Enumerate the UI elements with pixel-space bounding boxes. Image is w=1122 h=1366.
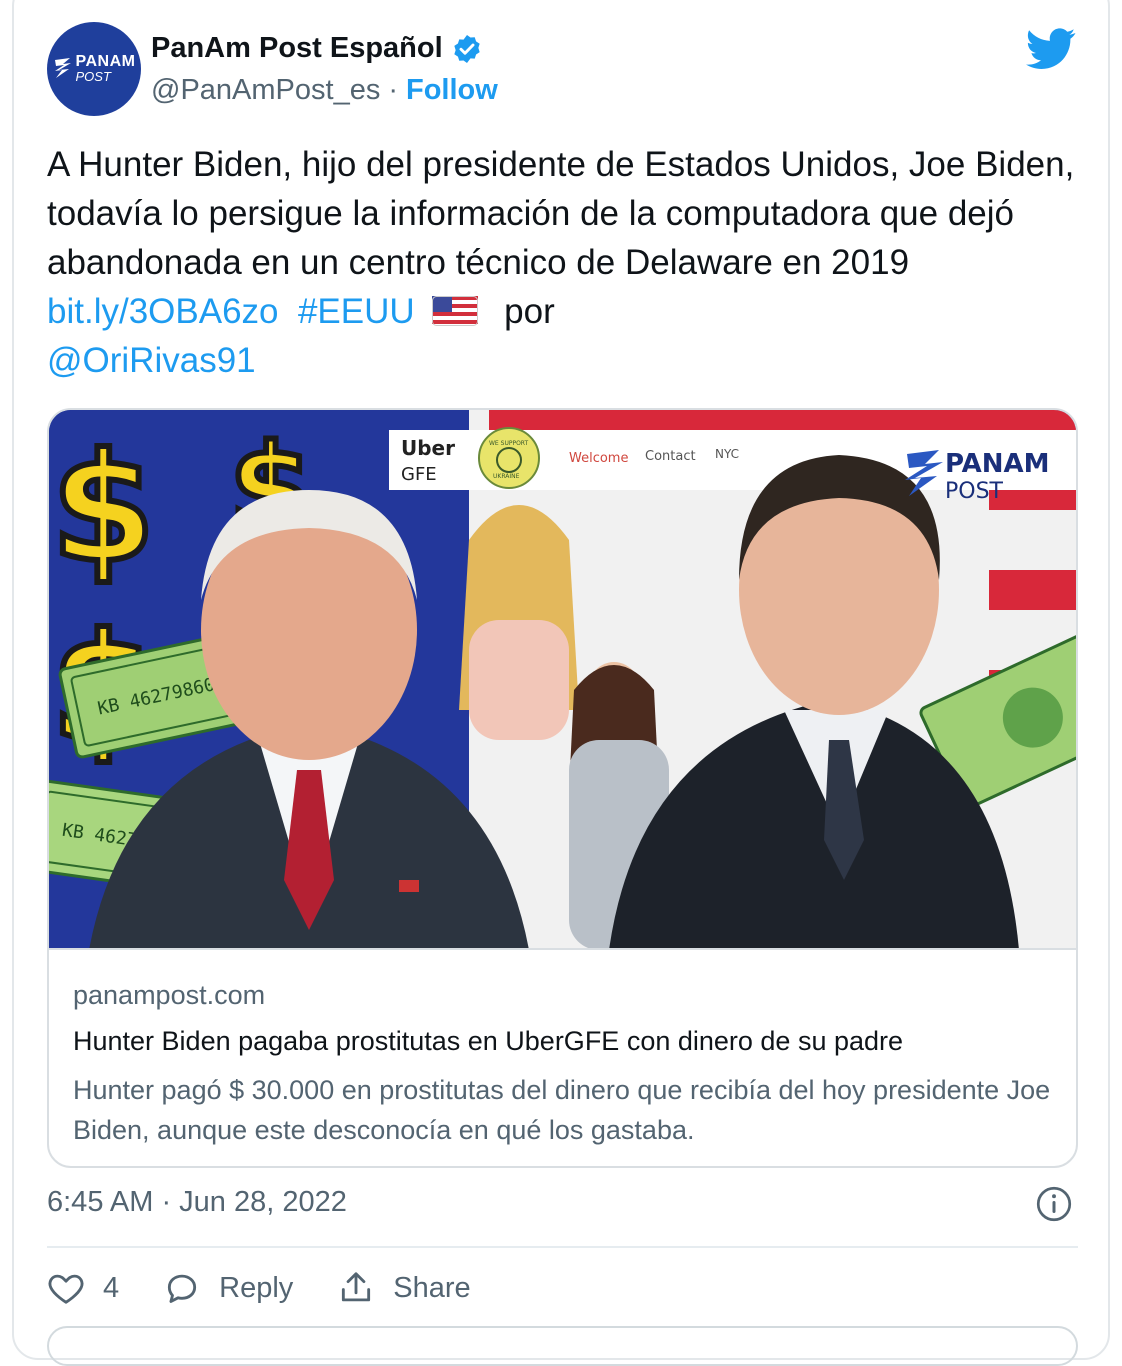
verified-badge-icon [454, 34, 480, 63]
share-label: Share [393, 1271, 471, 1304]
link-card-body: panampost.com Hunter Biden pagaba prosti… [73, 980, 1058, 1150]
tweet-text: A Hunter Biden, hijo del presidente de E… [47, 140, 1087, 385]
share-icon [342, 1272, 371, 1302]
read-replies-button[interactable] [47, 1326, 1078, 1366]
image-logo-bottom: POST [945, 479, 1004, 504]
tweet-timestamp[interactable]: 6:45 AM · Jun 28, 2022 [47, 1186, 347, 1219]
avatar-text-top: PANAM [75, 53, 136, 70]
article-image: $ $ $ KB 46279860 I KB 46279860 J 100 [49, 410, 1076, 950]
reply-button[interactable]: Reply [163, 1269, 293, 1307]
image-uber-text: Uber [401, 436, 455, 460]
reply-icon [168, 1274, 197, 1303]
tweet-link[interactable]: bit.ly/3OBA6zo [47, 292, 279, 331]
image-badge-bottom: UKRAINE [493, 473, 520, 480]
link-card-title: Hunter Biden pagaba prostitutas en UberG… [73, 1026, 904, 1056]
link-card[interactable]: $ $ $ KB 46279860 I KB 46279860 J 100 [47, 408, 1078, 1168]
twitter-bird-icon[interactable] [1026, 28, 1076, 70]
heart-icon [48, 1274, 84, 1304]
link-card-description: Hunter pagó $ 30.000 en prostitutas del … [73, 1075, 1051, 1145]
handle-row: @PanAmPost_es · Follow [151, 74, 498, 107]
panampost-logo-icon: PANAM POST [53, 54, 136, 84]
action-bar: 4 Reply Share [47, 1266, 515, 1310]
like-button[interactable]: 4 [47, 1269, 119, 1307]
avatar-text-bottom: POST [75, 69, 111, 84]
display-name[interactable]: PanAm Post Español [151, 32, 443, 65]
image-logo-top: PANAM [945, 449, 1050, 479]
us-flag-icon [432, 296, 479, 326]
image-nav-contact: Contact [645, 449, 696, 464]
name-row: PanAm Post Español [151, 32, 483, 65]
image-nav-welcome: Welcome [569, 451, 628, 466]
like-count: 4 [103, 1271, 120, 1304]
hashtag-link[interactable]: #EEUU [298, 292, 415, 331]
link-card-domain: panampost.com [73, 980, 266, 1010]
image-gfe-text: GFE [401, 464, 437, 485]
follow-button[interactable]: Follow [406, 74, 498, 107]
handle[interactable]: @PanAmPost_es [151, 74, 380, 107]
svg-text:$: $ [51, 422, 155, 596]
info-icon[interactable] [1036, 1186, 1072, 1222]
tweet-body: A Hunter Biden, hijo del presidente de E… [47, 145, 1075, 282]
share-button[interactable]: Share [337, 1269, 471, 1307]
image-badge-top: WE SUPPORT [489, 440, 529, 447]
reply-label: Reply [219, 1271, 294, 1304]
mention-link[interactable]: @OriRivas91 [47, 341, 256, 380]
separator: · [388, 74, 398, 106]
by-text: por [504, 292, 555, 331]
avatar[interactable]: PANAM POST [47, 22, 141, 116]
divider [47, 1246, 1078, 1248]
image-nav-nyc: NYC [715, 447, 739, 461]
